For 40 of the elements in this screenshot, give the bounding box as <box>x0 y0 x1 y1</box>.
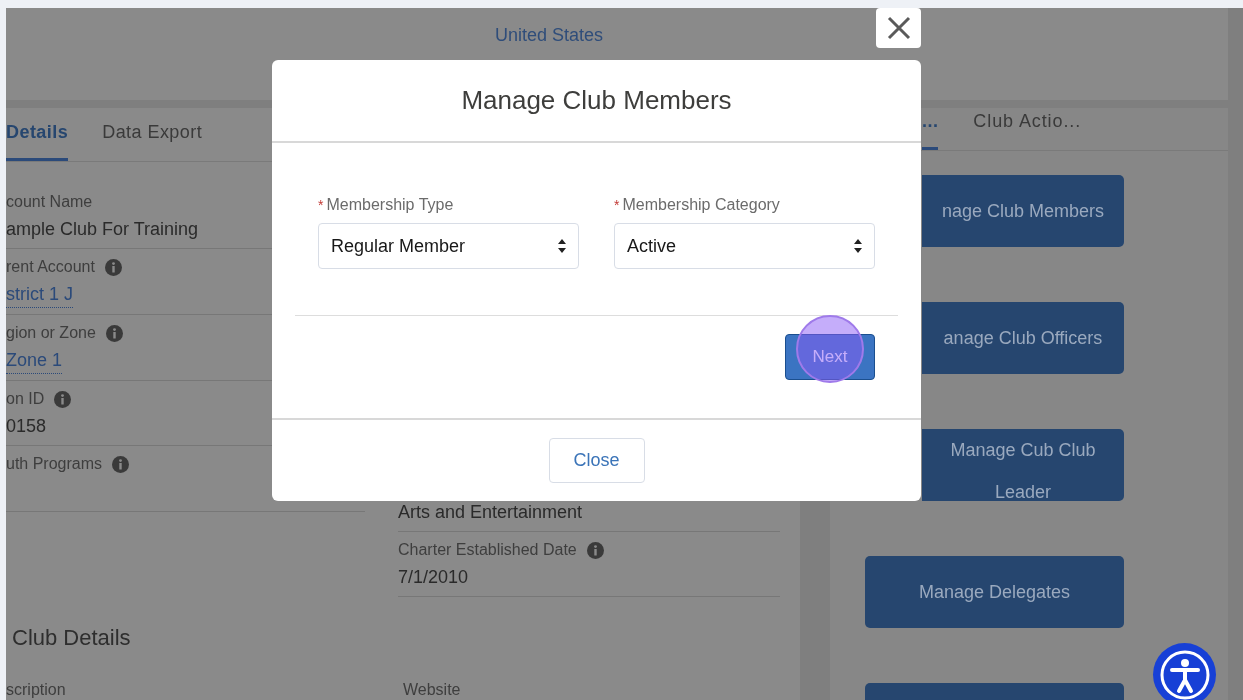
field-value: ample Club For Training <box>6 218 199 241</box>
field-label: Website <box>403 680 461 700</box>
action-button[interactable]: nage Club Members <box>922 175 1124 247</box>
section-title: Club Details <box>11 624 132 652</box>
required-mark: * <box>318 196 324 215</box>
info-icon[interactable] <box>586 541 604 559</box>
field-label: rent Account <box>6 257 95 277</box>
up-down-arrows-icon <box>558 238 566 254</box>
modal-title: Manage Club Members <box>461 84 732 117</box>
field-label: Charter Established Date <box>398 540 577 560</box>
field-label: scription <box>6 680 67 700</box>
info-icon[interactable] <box>105 324 123 342</box>
info-icon[interactable] <box>54 390 72 408</box>
info-icon[interactable] <box>104 258 122 276</box>
field-value: Arts and Entertainment <box>398 501 583 524</box>
field-link[interactable]: Zone 1 <box>6 347 63 374</box>
field-value: 0158 <box>6 415 47 438</box>
field-label: uth Programs <box>6 454 103 474</box>
up-down-arrows-icon <box>854 238 862 254</box>
action-button[interactable]: Manage Delegates <box>865 556 1124 628</box>
address-link[interactable]: United States <box>495 25 604 45</box>
field-link[interactable]: strict 1 J <box>6 281 73 308</box>
field-label: Membership Type <box>326 195 454 215</box>
panel-tab[interactable]: Club Actio... <box>973 108 1082 150</box>
close-icon[interactable] <box>876 8 921 48</box>
field-label: on ID <box>6 389 45 409</box>
close-button[interactable]: Close <box>548 438 645 483</box>
field-label: gion or Zone <box>6 323 96 343</box>
next-button[interactable]: Next <box>785 334 875 380</box>
field-label: Membership Category <box>622 195 780 215</box>
select-field[interactable]: Regular Member <box>318 223 579 269</box>
info-icon[interactable] <box>112 455 130 473</box>
record-tab[interactable]: Data Export <box>102 119 203 161</box>
field-label: count Name <box>6 192 93 212</box>
field-value: 7/1/2010 <box>398 566 469 589</box>
action-button[interactable]: anage Club Officers <box>922 302 1124 374</box>
select-field[interactable]: Active <box>614 223 875 269</box>
required-mark: * <box>614 196 620 215</box>
record-tab[interactable]: Details <box>6 119 69 161</box>
action-button[interactable]: Manage Cub Club Leader <box>922 429 1124 501</box>
